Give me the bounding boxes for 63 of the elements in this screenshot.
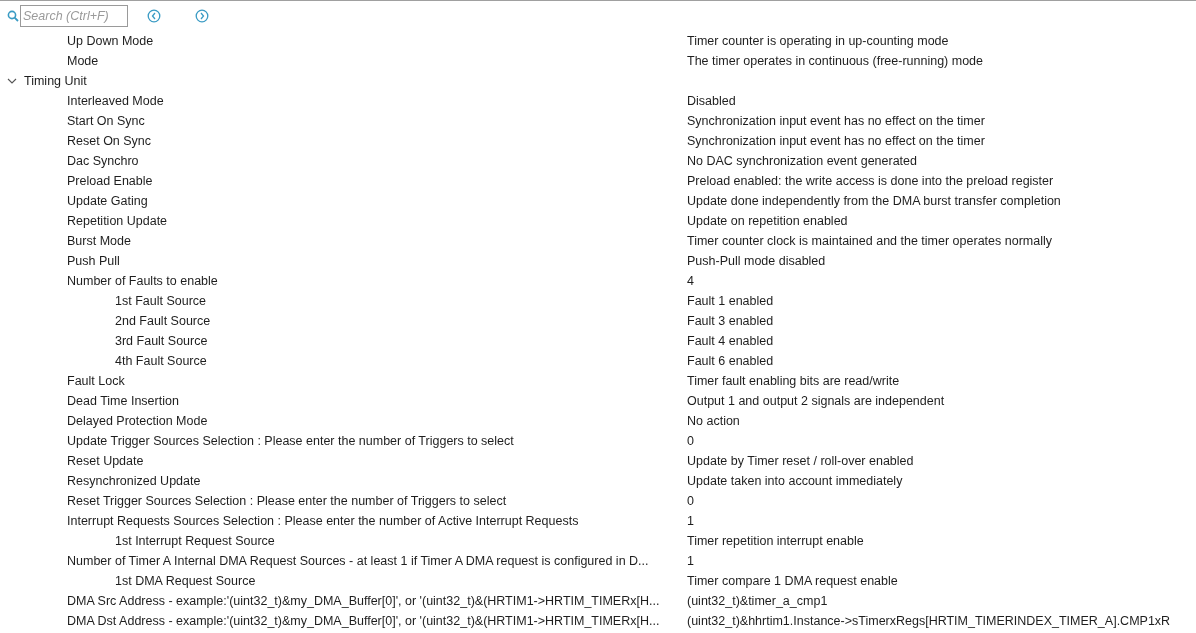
parameter-value[interactable]: Synchronization input event has no effect on the timer (687, 134, 1196, 148)
parameter-value[interactable]: (uint32_t)&timer_a_cmp1 (687, 594, 1196, 608)
parameter-value[interactable]: 0 (687, 434, 1196, 448)
parameter-name: Start On Sync (67, 114, 145, 128)
parameter-name: Interleaved Mode (67, 94, 164, 108)
parameter-value[interactable]: 1 (687, 554, 1196, 568)
parameter-value[interactable]: No action (687, 414, 1196, 428)
parameter-name: Number of Faults to enable (67, 274, 218, 288)
parameter-name: Mode (67, 54, 99, 68)
parameter-value[interactable]: Fault 1 enabled (687, 294, 1196, 308)
parameter-value[interactable]: No DAC synchronization event generated (687, 154, 1196, 168)
previous-button[interactable] (147, 9, 161, 23)
parameter-value[interactable]: Update by Timer reset / roll-over enabled (687, 454, 1196, 468)
parameter-value[interactable]: Disabled (687, 94, 1196, 108)
parameter-name: 2nd Fault Source (115, 314, 211, 328)
parameter-name: Dead Time Insertion (67, 394, 179, 408)
parameter-value[interactable]: 1 (687, 514, 1196, 528)
parameter-value[interactable]: Update on repetition enabled (687, 214, 1196, 228)
parameter-name: 4th Fault Source (115, 354, 207, 368)
parameter-name: 1st DMA Request Source (115, 574, 256, 588)
parameter-name: Repetition Update (67, 214, 168, 228)
parameter-value[interactable]: Timer repetition interrupt enable (687, 534, 1196, 548)
parameter-name: DMA Dst Address - example:'(uint32_t)&my_DMA_Buffer[0]', or '(uint32_t)&(HRTIM1->HRTIM_TIMERx[H... (67, 614, 660, 628)
parameter-value[interactable]: Synchronization input event has no effect on the timer (687, 114, 1196, 128)
parameter-value[interactable]: Update taken into account immediately (687, 474, 1196, 488)
parameter-name: Reset On Sync (67, 134, 152, 148)
parameter-value[interactable]: Fault 3 enabled (687, 314, 1196, 328)
parameter-name: Fault Lock (67, 374, 125, 388)
next-button[interactable] (195, 9, 209, 23)
parameter-name: Preload Enable (67, 174, 153, 188)
group-title[interactable]: Timing Unit (24, 74, 87, 88)
parameter-name: 1st Interrupt Request Source (115, 534, 275, 548)
parameter-value[interactable]: Fault 6 enabled (687, 354, 1196, 368)
parameter-name: Dac Synchro (67, 154, 139, 168)
parameter-value[interactable]: Timer counter clock is maintained and the timer operates normally (687, 234, 1196, 248)
parameter-name: Burst Mode (67, 234, 131, 248)
parameter-name: Update Trigger Sources Selection : Please enter the number of Triggers to select (67, 434, 514, 448)
parameter-name: Reset Update (67, 454, 144, 468)
parameter-name: 1st Fault Source (115, 294, 206, 308)
parameter-value[interactable]: The timer operates in continuous (free-running) mode (687, 54, 1196, 68)
parameter-name: Push Pull (67, 254, 120, 268)
parameter-value[interactable]: Timer fault enabling bits are read/write (687, 374, 1196, 388)
parameter-name: Delayed Protection Mode (67, 414, 208, 428)
parameter-value[interactable]: Push-Pull mode disabled (687, 254, 1196, 268)
parameter-value[interactable]: Update done independently from the DMA burst transfer completion (687, 194, 1196, 208)
parameter-name: Update Gating (67, 194, 148, 208)
parameter-value[interactable]: Preload enabled: the write access is done into the preload register (687, 174, 1196, 188)
parameter-name: DMA Src Address - example:'(uint32_t)&my_DMA_Buffer[0]', or '(uint32_t)&(HRTIM1->HRTIM_TIMERx[H... (67, 594, 660, 608)
parameter-value[interactable]: 0 (687, 494, 1196, 508)
parameter-value[interactable]: 4 (687, 274, 1196, 288)
parameter-name: Interrupt Requests Sources Selection : Please enter the number of Active Interrupt Requests (67, 514, 579, 528)
parameter-value[interactable]: Output 1 and output 2 signals are independent (687, 394, 1196, 408)
parameter-name: Up Down Mode (67, 34, 154, 48)
parameter-name: Number of Timer A Internal DMA Request Sources - at least 1 if Timer A DMA request is configured in D... (67, 554, 649, 568)
search-icon (7, 10, 19, 22)
parameter-value[interactable]: Timer compare 1 DMA request enable (687, 574, 1196, 588)
search-field[interactable]: Search (Ctrl+F) (20, 5, 128, 27)
parameter-value[interactable]: (uint32_t)&hhrtim1.Instance->sTimerxRegs[HRTIM_TIMERINDEX_TIMER_A].CMP1xR (687, 614, 1196, 628)
parameter-name: 3rd Fault Source (115, 334, 208, 348)
parameter-name: Reset Trigger Sources Selection : Please enter the number of Triggers to select (67, 494, 507, 508)
parameter-value[interactable]: Fault 4 enabled (687, 334, 1196, 348)
parameter-value[interactable]: Timer counter is operating in up-counting mode (687, 34, 1196, 48)
parameter-name: Resynchronized Update (67, 474, 201, 488)
